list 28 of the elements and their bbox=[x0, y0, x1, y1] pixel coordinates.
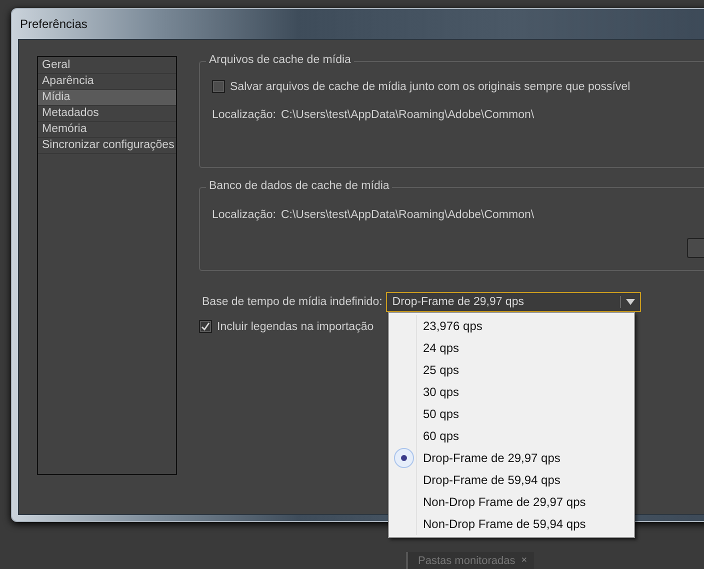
menu-item[interactable]: 24 qps bbox=[423, 341, 460, 355]
checkbox-label: Incluir legendas na importação bbox=[217, 320, 374, 332]
group-title: Arquivos de cache de mídia bbox=[206, 54, 354, 66]
menu-item[interactable]: Drop-Frame de 59,94 qps bbox=[423, 473, 560, 487]
category-item[interactable]: Mídia bbox=[38, 90, 176, 106]
panel-tab[interactable]: Pastas monitoradas × bbox=[406, 552, 534, 569]
close-icon[interactable]: × bbox=[521, 555, 528, 566]
category-item[interactable]: Geral bbox=[38, 58, 176, 74]
location-label: Localização: bbox=[212, 209, 276, 221]
menu-item[interactable]: Drop-Frame de 29,97 qps bbox=[423, 451, 560, 465]
menu-item[interactable]: 60 qps bbox=[423, 429, 460, 443]
menu-item[interactable]: 50 qps bbox=[423, 407, 460, 421]
category-item[interactable]: Memória bbox=[38, 122, 176, 138]
category-item[interactable]: Metadados bbox=[38, 106, 176, 122]
category-item[interactable]: Sincronizar configurações bbox=[38, 138, 176, 154]
menu-item[interactable]: 25 qps bbox=[423, 363, 460, 377]
location-label: Localização: bbox=[212, 109, 276, 121]
menu-item[interactable]: 23,976 qps bbox=[423, 319, 482, 333]
menu-item[interactable]: 30 qps bbox=[423, 385, 460, 399]
checkbox-label: Salvar arquivos de cache de mídia junto com os originais sempre que possível bbox=[230, 80, 630, 92]
window-title: Preferências bbox=[20, 17, 88, 31]
location-path: C:\Users\test\AppData\Roaming\Adobe\Common\ bbox=[280, 109, 534, 121]
timebase-dropdown[interactable]: Drop-Frame de 29,97 qps bbox=[386, 292, 642, 312]
location-path: C:\Users\test\AppData\Roaming\Adobe\Common\ bbox=[280, 209, 534, 221]
menu-item[interactable]: Non-Drop Frame de 29,97 qps bbox=[423, 495, 586, 509]
timebase-label: Base de tempo de mídia indefinido: bbox=[202, 296, 382, 308]
menu-item[interactable]: Non-Drop Frame de 59,94 qps bbox=[423, 517, 586, 531]
group-title: Banco de dados de cache de mídia bbox=[206, 180, 392, 192]
